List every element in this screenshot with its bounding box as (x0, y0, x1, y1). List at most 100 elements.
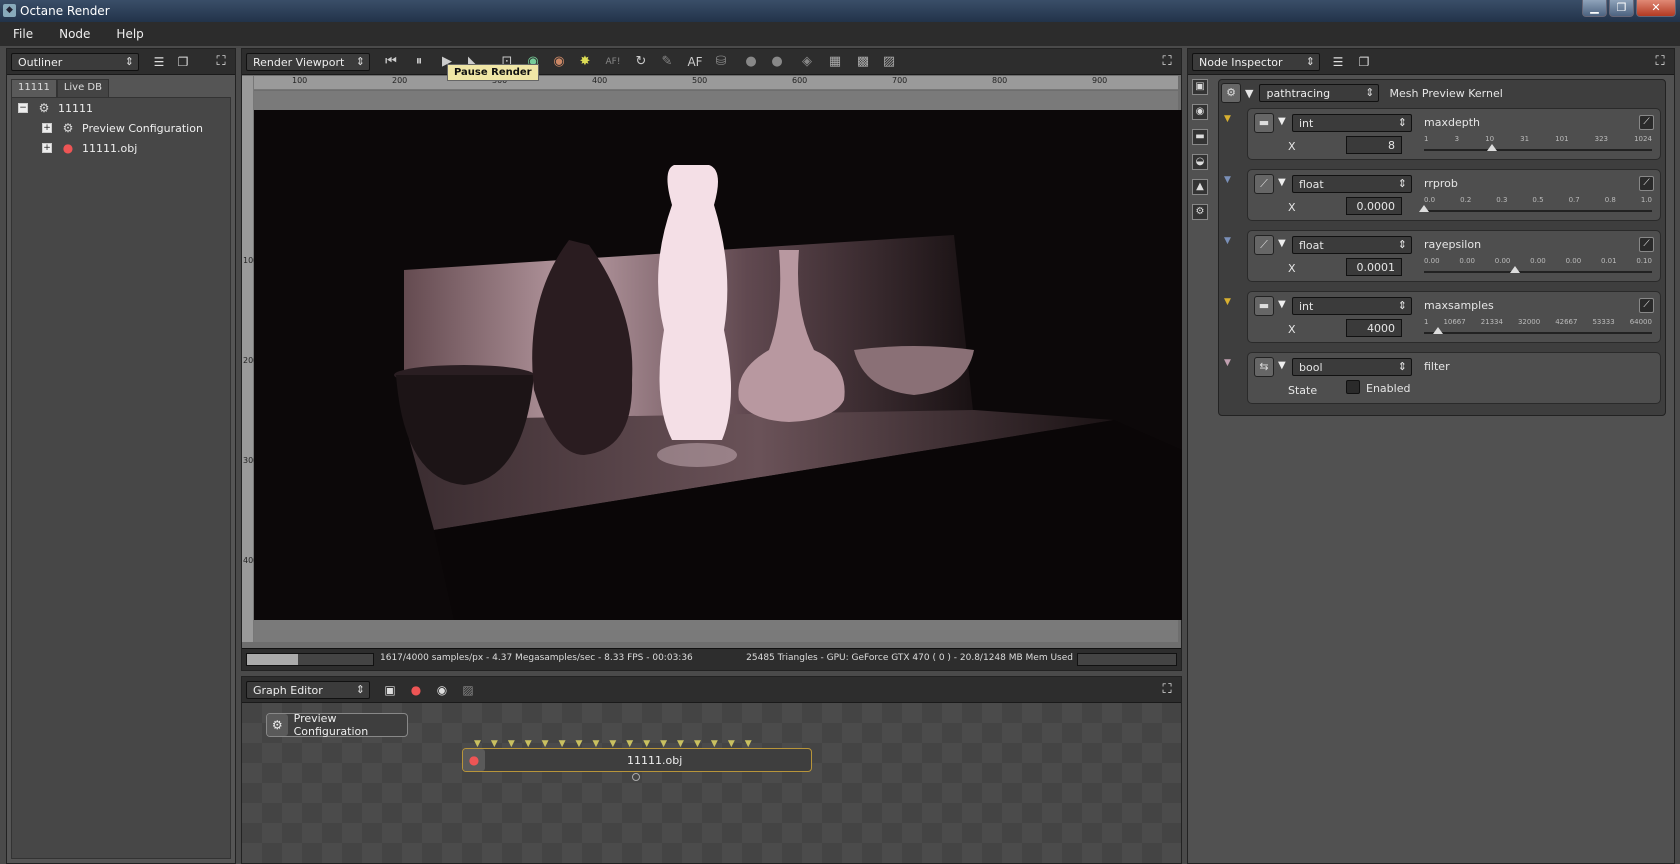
region-render-icon[interactable]: ⛁ (712, 53, 730, 71)
param-slider[interactable]: 1 10667 21334 32000 42667 53333 64000 (1424, 318, 1652, 338)
maximize-icon[interactable]: ⛶ (1159, 682, 1175, 698)
slider-thumb[interactable] (1510, 266, 1521, 273)
material-icon[interactable]: ◉ (1192, 104, 1208, 120)
curve-button[interactable]: ⟋ (1639, 298, 1654, 313)
curve-button[interactable]: ⟋ (1639, 237, 1654, 252)
param-name: maxsamples (1424, 299, 1494, 312)
slider-thumb[interactable] (1419, 205, 1429, 212)
slider-tick-label: 0.00 (1565, 257, 1582, 265)
kernel-type-combo[interactable]: pathtracing (1259, 84, 1380, 102)
autofocus-icon[interactable]: AF (686, 53, 704, 71)
param-type-combo[interactable]: int (1292, 297, 1412, 315)
image-icon[interactable]: ▲ (1192, 179, 1208, 195)
expand-toggle[interactable]: + (42, 123, 52, 133)
param-type-combo[interactable]: int (1292, 114, 1412, 132)
expand-triangle[interactable]: ▼ (1245, 87, 1253, 100)
slider-tick-label: 0.01 (1600, 257, 1617, 265)
grid-icon[interactable]: ▨ (880, 53, 898, 71)
graph-canvas[interactable]: ⚙ Preview Configuration ● 11111.obj ▼▼▼▼… (242, 703, 1181, 863)
collapse-all-icon[interactable]: ☰ (151, 54, 167, 70)
menu-node[interactable]: Node (46, 27, 103, 41)
curve-button[interactable]: ⟋ (1639, 115, 1654, 130)
inspector-combo[interactable]: Node Inspector (1192, 53, 1320, 71)
slider-tick-label: 42667 (1555, 318, 1578, 326)
lock-icon[interactable]: ● (742, 53, 760, 71)
whitebalance-icon[interactable]: ✎ (658, 53, 676, 71)
slider-tick-label: 0.00 (1459, 257, 1475, 265)
slider-tick-label: 0.5 (1532, 196, 1544, 204)
render-image[interactable] (254, 110, 1182, 620)
param-type-combo[interactable]: float (1292, 175, 1412, 193)
minimize-button[interactable]: ▁ (1582, 0, 1607, 17)
param-value-field[interactable]: 8 (1346, 136, 1402, 154)
param-axis-label: X (1288, 201, 1296, 214)
int-param-icon: ▬ (1254, 296, 1274, 316)
param-value-field[interactable]: 4000 (1346, 319, 1402, 337)
tree-item-mesh[interactable]: + ● 11111.obj (42, 138, 137, 158)
expand-toggle[interactable]: + (42, 143, 52, 153)
menu-file[interactable]: File (0, 27, 46, 41)
ruler-tick: 100 (292, 76, 308, 85)
tree-item-preview-config[interactable]: + ⚙ Preview Configuration (42, 118, 203, 138)
mesh-node-icon[interactable]: ● (408, 682, 424, 698)
lock-alt-icon[interactable]: ● (768, 53, 786, 71)
tree-item-scene[interactable]: − ⚙ 11111 (18, 98, 93, 118)
tab-scene[interactable]: 11111 (11, 79, 57, 97)
param-type-combo[interactable]: float (1292, 236, 1412, 254)
windows-icon[interactable]: ❐ (175, 54, 191, 70)
pause-render-icon[interactable]: ⏸ (410, 53, 428, 71)
preview-config-node[interactable]: ⚙ Preview Configuration (266, 712, 408, 738)
param-slider[interactable]: 0.00 0.00 0.00 0.00 0.00 0.01 0.10 (1424, 257, 1652, 277)
close-button[interactable]: ✕ (1636, 0, 1676, 17)
expand-triangle[interactable]: ▼ (1278, 177, 1286, 188)
windows-icon[interactable]: ❐ (1356, 54, 1372, 70)
outliner-combo[interactable]: Outliner (11, 53, 139, 71)
param-value-field[interactable]: 0.0000 (1346, 197, 1402, 215)
slider-track (1424, 210, 1652, 212)
restore-button[interactable]: ❐ (1609, 0, 1634, 17)
expand-triangle[interactable]: ▼ (1278, 360, 1286, 371)
texture-node-icon[interactable]: ▨ (460, 682, 476, 698)
camera-node-icon[interactable]: ▣ (382, 682, 398, 698)
mesh-node[interactable]: ● 11111.obj (462, 748, 812, 772)
tooltip: Pause Render (447, 64, 539, 81)
tab-live-db[interactable]: Live DB (56, 79, 109, 97)
slider-thumb[interactable] (1487, 144, 1498, 151)
enabled-checkbox[interactable] (1346, 380, 1360, 394)
focus-pick-icon[interactable]: ✸ (576, 53, 594, 71)
menu-help[interactable]: Help (103, 27, 156, 41)
param-slider[interactable]: 1 3 10 31 101 323 1024 (1424, 135, 1652, 155)
param-value-field[interactable]: 0.0001 (1346, 258, 1402, 276)
slider-thumb[interactable] (1433, 327, 1444, 334)
material-node-icon[interactable]: ◉ (434, 682, 450, 698)
clay-icon[interactable]: ◈ (798, 53, 816, 71)
curve-button[interactable]: ⟋ (1639, 176, 1654, 191)
viewport-combo[interactable]: Render Viewport (246, 53, 370, 71)
expand-triangle[interactable]: ▼ (1278, 116, 1286, 127)
menu-bar: File Node Help (0, 22, 1680, 46)
graph-combo[interactable]: Graph Editor (246, 681, 370, 699)
kernel-icon[interactable]: ⚙ (1192, 204, 1208, 220)
autofocus-small-icon[interactable]: AF! (604, 53, 622, 71)
expand-triangle[interactable]: ▼ (1278, 299, 1286, 310)
expand-triangle[interactable]: ▼ (1278, 238, 1286, 249)
node-output-pin[interactable] (632, 773, 640, 781)
environment-icon[interactable]: ◒ (1192, 154, 1208, 170)
restart-render-icon[interactable]: ⏮ (382, 53, 400, 71)
collapse-toggle[interactable]: − (18, 103, 28, 113)
camera-icon[interactable]: ▣ (1192, 79, 1208, 95)
subsample-icon[interactable]: ▦ (826, 53, 844, 71)
maximize-icon[interactable]: ⛶ (213, 54, 229, 70)
config-icon: ⚙ (62, 121, 74, 135)
alpha-icon[interactable]: ▩ (854, 53, 872, 71)
refresh-icon[interactable]: ↻ (632, 53, 650, 71)
maximize-icon[interactable]: ⛶ (1159, 54, 1175, 70)
collapse-all-icon[interactable]: ☰ (1330, 54, 1346, 70)
material-pick-icon[interactable]: ◉ (550, 53, 568, 71)
param-slider[interactable]: 0.0 0.2 0.3 0.5 0.7 0.8 1.0 (1419, 196, 1652, 216)
slider-tick-label: 0.7 (1568, 196, 1580, 204)
param-type-combo[interactable]: bool (1292, 358, 1412, 376)
slider-tick-label: 31 (1520, 135, 1530, 143)
maximize-icon[interactable]: ⛶ (1652, 54, 1668, 70)
imager-icon[interactable]: ▬ (1192, 129, 1208, 145)
